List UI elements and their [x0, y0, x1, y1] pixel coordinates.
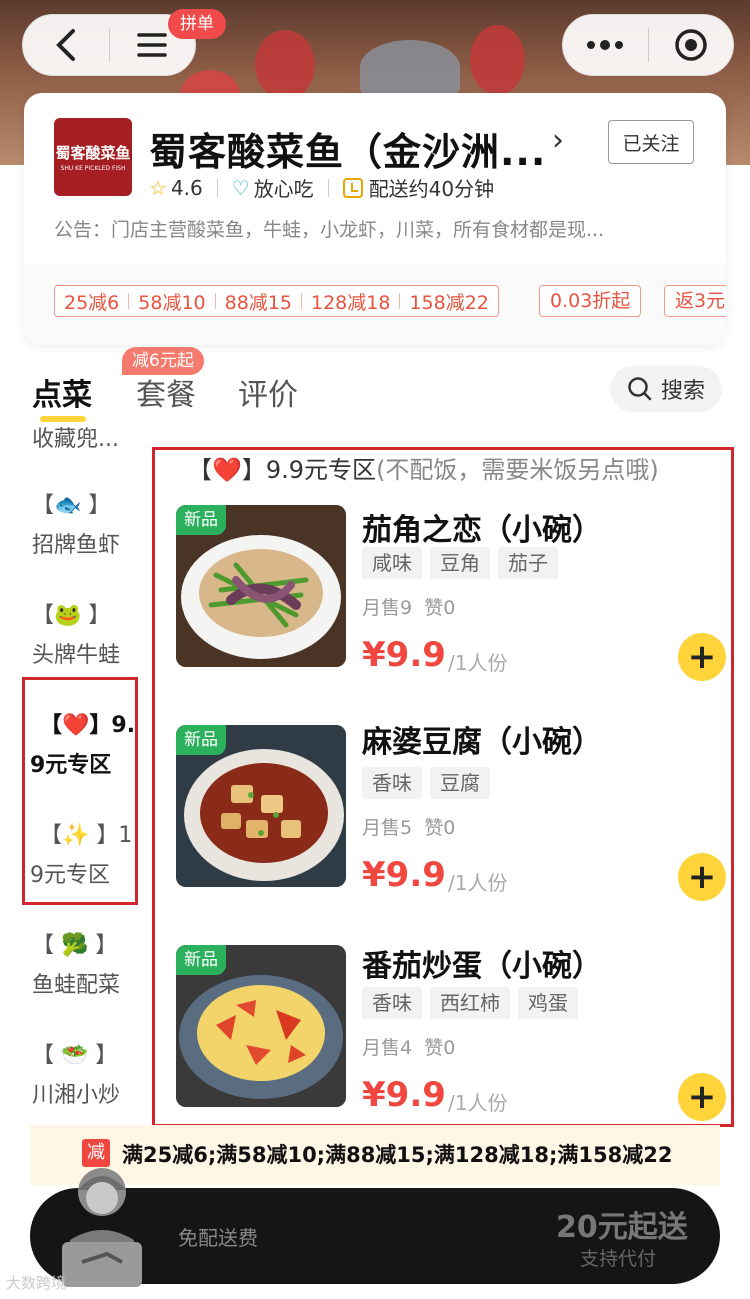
more-dots-icon [587, 40, 624, 50]
highlight-box-items [152, 447, 734, 1127]
hamburger-icon [137, 33, 167, 57]
sidebar-item-label: 川湘小炒 [32, 1083, 121, 1108]
free-delivery-label: 免配送费 [178, 1226, 258, 1250]
discount-tier: 88减15 [224, 291, 292, 314]
reduction-text: 满25减6;满58减10;满88减15;满128减18;满158减22 [122, 1143, 673, 1167]
watermark: 大数跨境 [6, 1274, 67, 1292]
discount-badge[interactable]: 0.03折起 [539, 285, 642, 317]
sidebar-item-stir-fry[interactable]: 【 🥗 】 川湘小炒 [0, 1036, 150, 1116]
lantern-decoration [470, 25, 525, 95]
sidebar-item-label: 招牌鱼虾 [32, 533, 121, 558]
fish-icon: 【🐟 】 [32, 493, 111, 518]
sidebar-item-bullfrog[interactable]: 【🐸 】 头牌牛蛙 [0, 596, 150, 676]
more-button[interactable] [563, 14, 648, 76]
search-button[interactable]: 搜索 [610, 366, 722, 412]
target-circle-icon [675, 29, 707, 61]
close-miniapp-button[interactable] [649, 14, 734, 76]
combo-discount-badge: 减6元起 [122, 347, 204, 375]
discount-tier: 128减18 [310, 291, 391, 314]
salad-icon: 【 🥗 】 [32, 1043, 118, 1068]
discount-tier: 58减10 [138, 291, 206, 314]
sidebar-item-label: 头牌牛蛙 [32, 643, 121, 668]
heart-icon: ♡ [231, 175, 250, 200]
nav-capsule-right [562, 14, 734, 76]
delivery-time: 配送约40分钟 [368, 177, 495, 201]
pay-for-others-label: 支持代付 [580, 1248, 657, 1270]
safe-eat-label: 放心吃 [253, 177, 314, 201]
delivery-clock-icon [342, 177, 363, 198]
group-order-badge[interactable]: 拼单 [168, 9, 226, 39]
frog-icon: 【🐸 】 [32, 603, 111, 628]
lamp-decoration [360, 40, 460, 95]
menu-tabs: 点菜 套餐 减6元起 评价 搜索 [0, 347, 750, 428]
tab-combo[interactable]: 套餐 [136, 370, 196, 414]
coupon-row[interactable]: 25减6 58减10 88减15 128减18 158减22 0.03折起 返3… [24, 263, 726, 345]
star-icon: ☆ [149, 175, 167, 200]
shop-meta: ☆ 4.6 ♡ 放心吃 配送约40分钟 [149, 173, 494, 202]
cashback-badge[interactable]: 返3元 [664, 285, 726, 317]
discount-tiers[interactable]: 25减6 58减10 88减15 128减18 158减22 [54, 285, 499, 317]
shop-info-card: 蜀客酸菜鱼 SHU KE PICKLED FISH 蜀客酸菜鱼（金沙洲... ›… [24, 93, 726, 345]
sidebar-item-side-dishes[interactable]: 【 🥦 】 鱼蛙配菜 [0, 926, 150, 1006]
sidebar-item-fish-shrimp[interactable]: 【🐟 】 招牌鱼虾 [0, 486, 150, 566]
sidebar-item-favorites[interactable]: 收藏兜... [0, 420, 150, 448]
back-button[interactable] [23, 14, 109, 76]
highlight-box-sidebar [22, 677, 138, 905]
courier-cart-icon[interactable] [52, 1162, 152, 1287]
search-icon [628, 377, 652, 401]
chevron-right-icon[interactable]: › [552, 123, 564, 158]
search-label: 搜索 [660, 379, 705, 404]
min-order-label: 20元起送 [556, 1210, 688, 1245]
shop-name[interactable]: 蜀客酸菜鱼（金沙洲... [149, 121, 546, 176]
shop-notice[interactable]: 公告：门店主营酸菜鱼，牛蛙，小龙虾，川菜，所有食材都是现... [54, 215, 604, 242]
tab-order[interactable]: 点菜 [32, 370, 92, 414]
shop-rating: 4.6 [170, 175, 203, 200]
sidebar-item-label: 鱼蛙配菜 [32, 973, 121, 998]
shop-logo: 蜀客酸菜鱼 SHU KE PICKLED FISH [54, 118, 132, 196]
lantern-decoration [255, 30, 315, 100]
discount-tier: 25减6 [64, 291, 120, 314]
follow-button[interactable]: 已关注 [608, 120, 694, 164]
sidebar-item-label: 收藏兜... [32, 427, 119, 448]
broccoli-icon: 【 🥦 】 [32, 933, 118, 958]
discount-tier: 158减22 [409, 291, 489, 314]
chevron-left-icon [55, 29, 75, 61]
tab-reviews[interactable]: 评价 [238, 370, 298, 414]
